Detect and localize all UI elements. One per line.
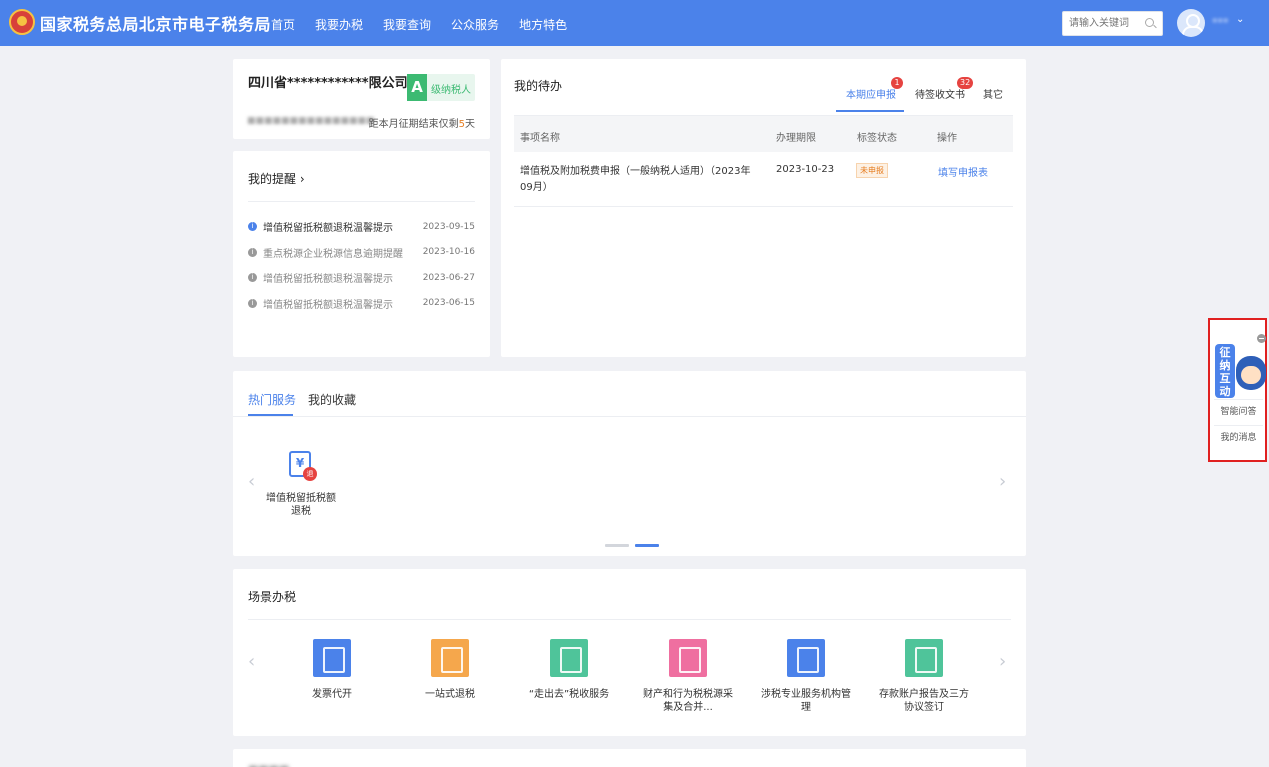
search-icon[interactable] xyxy=(1145,18,1154,27)
tax-emblem-logo xyxy=(9,9,35,35)
cut-off-title: ■■■■ xyxy=(248,763,290,767)
reminders-card: 我的提醒 › i 增值税留抵税额退税温馨提示 2023-09-15 i 重点税源企业税… xyxy=(233,151,490,357)
taxpayer-id-blurred: ■■■■■■■■■■■■■■■ xyxy=(247,116,375,126)
tax-globe-icon xyxy=(550,639,588,677)
account-icon xyxy=(905,639,943,677)
tab-pending-documents[interactable]: 待签收文书 32 xyxy=(915,77,974,101)
scene-item-agency[interactable]: 涉税专业服务机构管理 xyxy=(761,639,851,714)
assistant-robot-icon[interactable]: 征纳互动 xyxy=(1212,336,1267,402)
col-item-name: 事项名称 xyxy=(520,133,560,144)
refund-document-icon: ¥ 退 xyxy=(283,449,319,485)
company-name: 四川省************限公司 xyxy=(248,76,408,91)
smart-qa-button[interactable]: 智能问答 xyxy=(1214,399,1263,424)
user-name-blurred[interactable]: *** xyxy=(1212,16,1229,29)
divider xyxy=(233,416,1026,417)
todo-card: 我的待办 本期应申报 1 待签收文书 32 其它 事项名称 办理期限 标签状态 操作… xyxy=(501,59,1026,357)
company-card: 四川省************限公司 A 级纳税人 ■■■■■■■■■■■■■■… xyxy=(233,59,490,139)
todo-table-header: 事项名称 办理期限 标签状态 操作 xyxy=(514,115,1013,152)
my-messages-button[interactable]: 我的消息 xyxy=(1214,425,1263,450)
todo-title: 我的待办 xyxy=(514,79,563,93)
assistant-widget: 征纳互动 智能问答 我的消息 xyxy=(1208,318,1267,462)
user-avatar-icon[interactable] xyxy=(1177,9,1205,37)
info-icon: i xyxy=(248,273,257,283)
scene-item-invoice[interactable]: 发票代开 xyxy=(287,639,377,701)
reminder-item[interactable]: i 增值税留抵税额退税温馨提示 2023-06-27 xyxy=(248,265,475,291)
deadline-text: 距本月征期结束仅剩5天 xyxy=(368,119,475,130)
main-nav: 首页 我要办税 我要查询 公众服务 地方特色 xyxy=(261,16,577,33)
info-icon: i xyxy=(248,222,257,232)
search-input[interactable] xyxy=(1063,12,1141,35)
carousel-dot-active[interactable] xyxy=(635,544,659,547)
scene-item-go-global[interactable]: “走出去”税收服务 xyxy=(524,639,614,701)
reminder-item[interactable]: i 重点税源企业税源信息逾期提醒 2023-10-16 xyxy=(248,240,475,266)
taxpayer-grade-badge: A 级纳税人 xyxy=(407,74,475,101)
nav-home[interactable]: 首页 xyxy=(271,16,295,33)
divider xyxy=(248,201,475,202)
carousel-pagination xyxy=(605,544,659,547)
table-row: 增值税及附加税费申报（一般纳税人适用）（2023年09月） 2023-10-23… xyxy=(514,152,1013,207)
building-icon xyxy=(787,639,825,677)
scene-title: 场景办税 xyxy=(248,590,297,604)
reminder-item[interactable]: i 增值税留抵税额退税温馨提示 2023-09-15 xyxy=(248,214,475,240)
site-title[interactable]: 国家税务总局北京市电子税务局 xyxy=(40,11,271,35)
search-box xyxy=(1062,11,1163,36)
todo-tabs: 本期应申报 1 待签收文书 32 其它 xyxy=(836,77,1016,114)
info-icon: i xyxy=(248,247,257,257)
status-badge: 未申报 xyxy=(856,163,888,178)
refund-icon xyxy=(431,639,469,677)
col-action: 操作 xyxy=(937,133,957,144)
tab-hot-services[interactable]: 热门服务 xyxy=(248,391,296,416)
grade-letter: A xyxy=(407,74,427,101)
nav-query[interactable]: 我要查询 xyxy=(383,16,431,33)
reminder-list: i 增值税留抵税额退税温馨提示 2023-09-15 i 重点税源企业税源信息逾期提醒… xyxy=(248,214,475,316)
top-header: 国家税务总局北京市电子税务局 首页 我要办税 我要查询 公众服务 地方特色 **… xyxy=(0,0,1269,46)
reminders-title[interactable]: 我的提醒 › xyxy=(248,170,305,187)
info-icon: i xyxy=(248,298,257,308)
chevron-down-icon[interactable]: ⌄ xyxy=(1236,14,1244,25)
item-deadline: 2023-10-23 xyxy=(776,164,835,175)
next-section-card: ■■■■ xyxy=(233,749,1026,767)
tab-current-declaration[interactable]: 本期应申报 1 xyxy=(836,77,904,112)
invoice-icon xyxy=(313,639,351,677)
property-tax-icon xyxy=(669,639,707,677)
tab-my-favorites[interactable]: 我的收藏 xyxy=(308,391,356,408)
nav-public-service[interactable]: 公众服务 xyxy=(451,16,499,33)
col-deadline: 办理期限 xyxy=(776,133,816,144)
scene-item-account[interactable]: 存款账户报告及三方协议签订 xyxy=(879,639,969,714)
count-badge: 32 xyxy=(957,77,974,89)
service-vat-refund[interactable]: ¥ 退 增值税留抵税额退税 xyxy=(263,449,339,518)
count-badge: 1 xyxy=(891,77,903,89)
scene-tax-card: 场景办税 ‹ 发票代开 一站式退税 “走出去”税收服务 财产和行为税税源采集及合… xyxy=(233,569,1026,736)
reminder-item[interactable]: i 增值税留抵税额退税温馨提示 2023-06-15 xyxy=(248,291,475,317)
chevron-left-icon[interactable]: ‹ xyxy=(248,651,255,672)
fill-declaration-link[interactable]: 填写申报表 xyxy=(938,164,988,179)
item-name: 增值税及附加税费申报（一般纳税人适用）（2023年09月） xyxy=(520,166,751,193)
divider xyxy=(248,619,1011,620)
carousel-dot[interactable] xyxy=(605,544,629,547)
assistant-bubble: 征纳互动 xyxy=(1215,344,1235,398)
nav-local-features[interactable]: 地方特色 xyxy=(519,16,567,33)
tab-other[interactable]: 其它 xyxy=(983,86,1003,101)
chevron-right-icon[interactable]: › xyxy=(999,651,1006,672)
service-label: 增值税留抵税额退税 xyxy=(266,493,336,517)
nav-tax-handling[interactable]: 我要办税 xyxy=(315,16,363,33)
chevron-left-icon[interactable]: ‹ xyxy=(248,471,255,492)
chevron-right-icon[interactable]: › xyxy=(999,471,1006,492)
grade-label: 级纳税人 xyxy=(431,85,471,96)
hot-services-card: 热门服务 我的收藏 ‹ ¥ 退 增值税留抵税额退税 › xyxy=(233,371,1026,556)
col-status: 标签状态 xyxy=(857,133,897,144)
scene-item-property-tax[interactable]: 财产和行为税税源采集及合并... xyxy=(643,639,733,714)
scene-item-refund[interactable]: 一站式退税 xyxy=(405,639,495,701)
